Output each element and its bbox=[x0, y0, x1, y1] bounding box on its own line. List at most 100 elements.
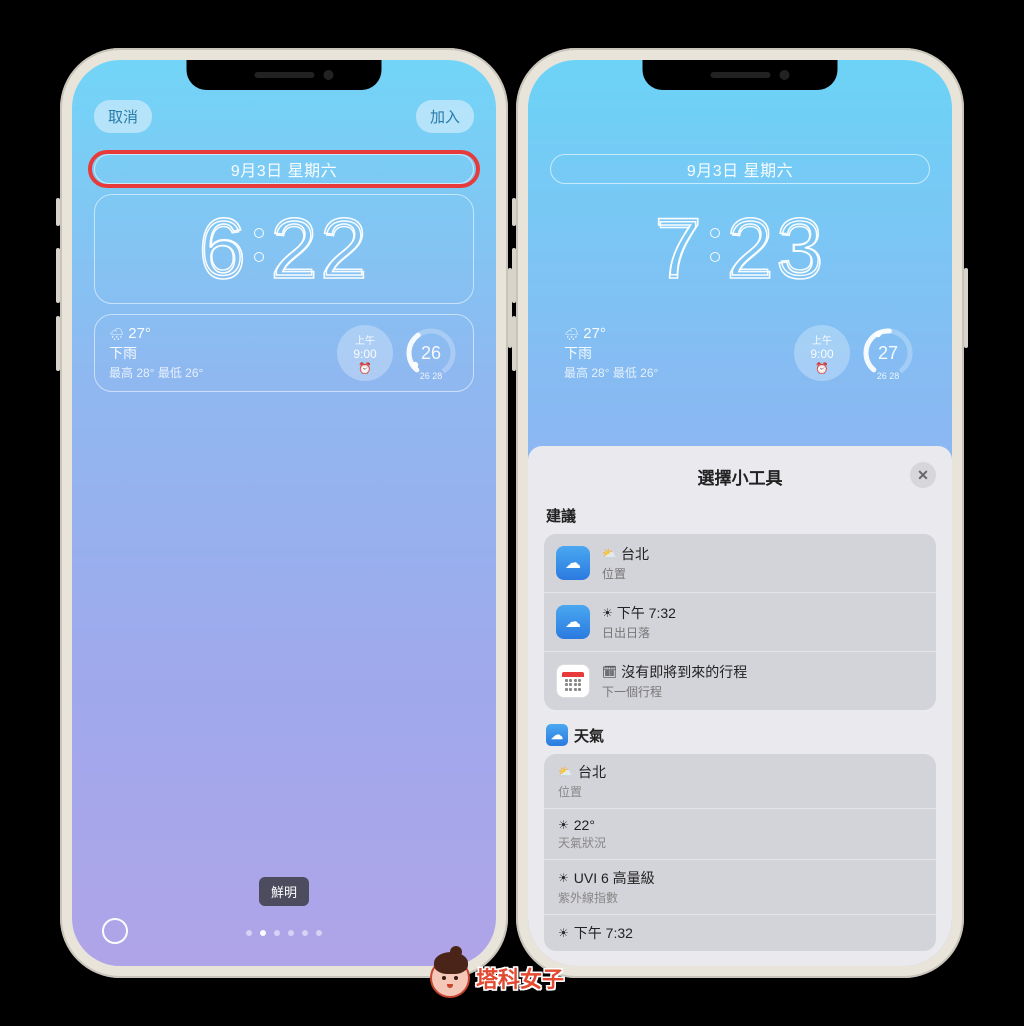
row-subtitle: 紫外線指數 bbox=[558, 889, 655, 906]
clock-colon-icon bbox=[710, 228, 720, 262]
row-title: 下午 7:32 bbox=[617, 603, 676, 623]
watermark-text: 塔科女子 bbox=[476, 962, 564, 994]
temperature-ring-widget[interactable]: 27 26 28 bbox=[860, 325, 916, 381]
volume-down-button bbox=[512, 316, 516, 371]
clock-time: 6 2 2 bbox=[198, 200, 370, 299]
ring-range: 26 28 bbox=[420, 371, 443, 381]
clock-digit: 2 bbox=[270, 200, 320, 299]
watermark-avatar-icon bbox=[430, 958, 470, 998]
widget-option-row[interactable]: ⛅ 台北 位置 bbox=[544, 754, 936, 809]
widgets-slot[interactable]: 🌧27° 下雨 最高 28° 最低 26° 上午 9:00 ⏰ 27 26 28 bbox=[550, 314, 930, 392]
row-subtitle: 下一個行程 bbox=[602, 683, 747, 700]
row-title: 沒有即將到來的行程 bbox=[621, 662, 747, 682]
sun-icon: ☀ bbox=[558, 871, 569, 885]
temperature-ring-widget[interactable]: 26 26 28 bbox=[403, 325, 459, 381]
suggestions-card: ☁ ⛅台北 位置 ☁ ☀下午 7:32 日出日落 bbox=[544, 534, 936, 710]
speaker-grille bbox=[254, 72, 314, 78]
speaker-grille bbox=[710, 72, 770, 78]
date-widget-slot[interactable]: 9月3日 星期六 bbox=[550, 154, 930, 184]
lockscreen-editor: 取消 加入 9月3日 星期六 6 2 2 🌧 27° 下雨 最高 28° 最低 2… bbox=[72, 60, 496, 966]
editor-topbar: 取消 加入 bbox=[72, 100, 496, 133]
row-subtitle: 位置 bbox=[558, 783, 606, 800]
clock-widget-slot[interactable]: 7 2 3 bbox=[550, 194, 930, 304]
widget-suggestion-row[interactable]: ☁ ☀ 下午 7:32 日出日落 bbox=[544, 593, 936, 652]
clock-digit: 2 bbox=[726, 200, 776, 299]
calendar-app-icon bbox=[556, 664, 590, 698]
weather-app-icon: ☁ bbox=[546, 724, 568, 746]
clock-digit: 6 bbox=[198, 200, 248, 299]
notch bbox=[187, 60, 382, 90]
row-title: 22° bbox=[574, 817, 595, 833]
volume-up-button bbox=[56, 248, 60, 303]
widget-option-row[interactable]: ☀ 下午 7:32 bbox=[544, 915, 936, 951]
partly-cloudy-icon: ⛅ bbox=[602, 547, 617, 561]
weather-hilo: 最高 28° 最低 26° bbox=[109, 364, 327, 381]
add-button[interactable]: 加入 bbox=[416, 100, 474, 133]
row-subtitle: 日出日落 bbox=[602, 624, 676, 641]
clock-time: 7 2 3 bbox=[654, 200, 826, 299]
widget-suggestion-row[interactable]: ☁ ⛅台北 位置 bbox=[544, 534, 936, 593]
sheet-title: 選擇小工具 ✕ bbox=[544, 464, 936, 489]
weather-widgets-card: ⛅ 台北 位置 ☀ 22° 天氣狀況 ☀ UVI 6 高量級 紫外線指數 bbox=[544, 754, 936, 951]
row-title: 台北 bbox=[621, 544, 649, 564]
phone-mockup-right: 9月3日 星期六 7 2 3 🌧27° 下雨 最高 28° 最低 26° 上午 … bbox=[516, 48, 964, 978]
calendar-icon: 🗓 bbox=[602, 665, 617, 679]
sunset-icon: ☀ bbox=[558, 926, 569, 940]
alarm-widget[interactable]: 上午 9:00 ⏰ bbox=[337, 325, 393, 381]
widget-option-row[interactable]: ☀ UVI 6 高量級 紫外線指數 bbox=[544, 860, 936, 915]
clock-colon-icon bbox=[254, 228, 264, 262]
section-header-weather: ☁ 天氣 bbox=[546, 724, 934, 746]
front-camera-icon bbox=[324, 70, 334, 80]
clock-digit: 7 bbox=[654, 200, 704, 299]
rain-icon: 🌧 bbox=[564, 327, 579, 341]
alarm-time: 9:00 bbox=[353, 347, 376, 361]
power-button bbox=[964, 268, 968, 348]
sunset-icon: ☀ bbox=[602, 606, 613, 620]
watermark: 塔科女子 bbox=[430, 958, 564, 998]
wallpaper-style-chip[interactable]: 鮮明 bbox=[259, 877, 309, 906]
volume-down-button bbox=[56, 316, 60, 371]
weather-app-icon: ☁ bbox=[556, 546, 590, 580]
weather-hilo: 最高 28° 最低 26° bbox=[564, 364, 784, 381]
clock-digit: 3 bbox=[776, 200, 826, 299]
weather-app-icon: ☁ bbox=[556, 605, 590, 639]
front-camera-icon bbox=[780, 70, 790, 80]
clock-digit: 2 bbox=[320, 200, 370, 299]
close-icon: ✕ bbox=[917, 467, 929, 484]
weather-widget[interactable]: 🌧27° 下雨 最高 28° 最低 26° bbox=[564, 325, 784, 381]
alarm-widget[interactable]: 上午 9:00 ⏰ bbox=[794, 325, 850, 381]
mute-switch bbox=[512, 198, 516, 226]
ring-range: 26 28 bbox=[877, 371, 900, 381]
clock-widget-slot[interactable]: 6 2 2 bbox=[94, 194, 474, 304]
weather-temp: 27° bbox=[128, 325, 151, 342]
alarm-clock-icon: ⏰ bbox=[815, 362, 829, 375]
widget-suggestion-row[interactable]: 🗓 沒有即將到來的行程 下一個行程 bbox=[544, 652, 936, 710]
widget-picker-sheet: 選擇小工具 ✕ 建議 ☁ ⛅ 台北 位置 ☁ ☀ 下午 7:32 bbox=[528, 446, 952, 966]
alarm-ampm: 上午 bbox=[355, 332, 375, 347]
widgets-slot[interactable]: 🌧 27° 下雨 最高 28° 最低 26° 上午 9:00 ⏰ 26 26 28 bbox=[94, 314, 474, 392]
volume-up-button bbox=[512, 248, 516, 303]
rain-icon: 🌧 bbox=[109, 327, 124, 341]
row-title: 台北 bbox=[578, 762, 606, 782]
weather-temp: 27° bbox=[583, 325, 606, 342]
section-header-suggestions: 建議 bbox=[546, 505, 934, 526]
mute-switch bbox=[56, 198, 60, 226]
color-picker-button[interactable] bbox=[102, 918, 128, 944]
sun-icon: ☀ bbox=[558, 818, 569, 832]
weather-widget[interactable]: 🌧 27° 下雨 最高 28° 最低 26° bbox=[109, 325, 327, 381]
row-title: 下午 7:32 bbox=[574, 923, 633, 943]
row-title: UVI 6 高量級 bbox=[574, 868, 655, 888]
close-button[interactable]: ✕ bbox=[910, 462, 936, 488]
row-subtitle: 天氣狀況 bbox=[558, 834, 606, 851]
weather-condition: 下雨 bbox=[109, 343, 327, 363]
cancel-button[interactable]: 取消 bbox=[94, 100, 152, 133]
alarm-ampm: 上午 bbox=[812, 332, 832, 347]
partly-cloudy-icon: ⛅ bbox=[558, 765, 573, 779]
phone-mockup-left: 取消 加入 9月3日 星期六 6 2 2 🌧 27° 下雨 最高 28° 最低 2… bbox=[60, 48, 508, 978]
alarm-time: 9:00 bbox=[810, 347, 833, 361]
page-dots[interactable] bbox=[246, 930, 322, 936]
date-widget-slot[interactable]: 9月3日 星期六 bbox=[94, 154, 474, 184]
widget-option-row[interactable]: ☀ 22° 天氣狀況 bbox=[544, 809, 936, 860]
lockscreen-widget-picker: 9月3日 星期六 7 2 3 🌧27° 下雨 最高 28° 最低 26° 上午 … bbox=[528, 60, 952, 966]
alarm-clock-icon: ⏰ bbox=[358, 362, 372, 375]
